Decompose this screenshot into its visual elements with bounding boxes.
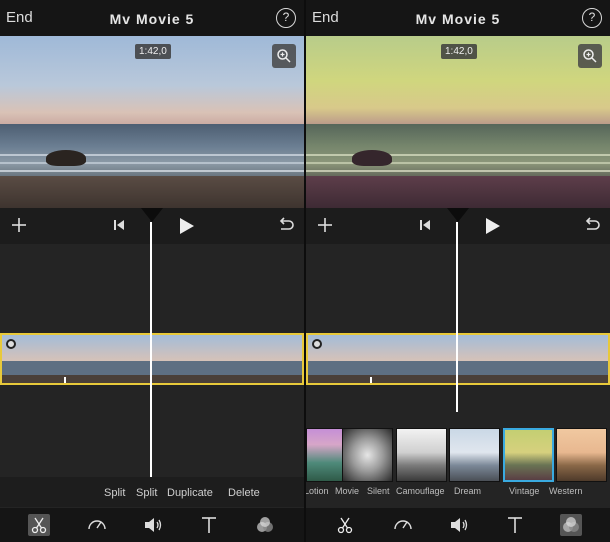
undo-icon[interactable] — [582, 216, 602, 236]
edit-toolbar — [306, 508, 610, 542]
editor-panel-split: End Mv Movie 5 ? 1:42,0 Split Split Dupl… — [0, 0, 304, 542]
filter-label-camouflage[interactable]: Camouflage — [396, 486, 445, 496]
speedometer-icon[interactable] — [86, 514, 108, 536]
split-button-2[interactable]: Split — [136, 487, 157, 499]
clip-transition-icon[interactable] — [6, 339, 16, 349]
help-button[interactable]: ? — [276, 8, 296, 28]
text-icon[interactable] — [198, 514, 220, 536]
filter-strip — [306, 428, 610, 482]
clip-tick — [370, 377, 372, 383]
video-preview[interactable]: 1:42,0 — [0, 36, 304, 208]
zoom-in-icon — [277, 49, 291, 63]
play-icon[interactable] — [482, 216, 502, 236]
zoom-button[interactable] — [578, 44, 602, 68]
playhead-marker[interactable] — [141, 208, 163, 222]
text-icon[interactable] — [504, 514, 526, 536]
scissors-icon[interactable] — [28, 514, 50, 536]
filter-label-dream[interactable]: Dream — [454, 486, 481, 496]
timecode-label: 1:42,0 — [135, 44, 171, 59]
video-clip[interactable] — [0, 333, 304, 385]
filters-icon[interactable] — [254, 514, 276, 536]
split-button[interactable]: Split — [104, 487, 125, 499]
filter-thumb-dream[interactable] — [503, 428, 554, 482]
add-icon[interactable] — [10, 216, 28, 234]
undo-icon[interactable] — [276, 216, 296, 236]
zoom-button[interactable] — [272, 44, 296, 68]
filter-thumb-movie[interactable] — [342, 428, 393, 482]
timecode-label: 1:42,0 — [441, 44, 477, 59]
filter-label-movie[interactable]: Movie — [335, 486, 359, 496]
skip-back-icon[interactable] — [112, 218, 126, 232]
playhead-line — [150, 222, 152, 478]
rock-shape — [352, 150, 392, 166]
video-clip[interactable] — [306, 333, 610, 385]
clip-actions-bar: Split Split Duplicate Delete — [0, 477, 304, 507]
duplicate-button[interactable]: Duplicate — [167, 487, 213, 499]
filter-thumb-western[interactable] — [556, 428, 607, 482]
filter-thumb-camouflage[interactable] — [449, 428, 500, 482]
add-icon[interactable] — [316, 216, 334, 234]
editor-panel-filters: End Mv Movie 5 ? 1:42,0 Lotion Movie Sil… — [306, 0, 610, 542]
rock-shape — [46, 150, 86, 166]
top-bar: End Mv Movie 5 ? — [0, 0, 304, 36]
playhead-marker[interactable] — [447, 208, 469, 222]
scissors-icon[interactable] — [334, 514, 356, 536]
edit-toolbar — [0, 508, 304, 542]
filter-thumb-silent[interactable] — [396, 428, 447, 482]
filter-labels: Lotion Movie Silent Camouflage Dream Vin… — [306, 486, 610, 504]
clip-tick — [64, 377, 66, 383]
help-button[interactable]: ? — [582, 8, 602, 28]
filter-label-silent[interactable]: Silent — [367, 486, 390, 496]
filters-icon[interactable] — [560, 514, 582, 536]
play-icon[interactable] — [176, 216, 196, 236]
filter-label-lotion[interactable]: Lotion — [306, 486, 329, 496]
skip-back-icon[interactable] — [418, 218, 432, 232]
project-title: Mv Movie 5 — [415, 11, 501, 27]
zoom-in-icon — [583, 49, 597, 63]
volume-icon[interactable] — [448, 514, 470, 536]
filter-label-western[interactable]: Western — [549, 486, 582, 496]
project-title: Mv Movie 5 — [109, 11, 195, 27]
speedometer-icon[interactable] — [392, 514, 414, 536]
filter-label-vintage[interactable]: Vintage — [509, 486, 539, 496]
video-preview[interactable]: 1:42,0 — [306, 36, 610, 208]
playhead-line — [456, 222, 458, 412]
clip-transition-icon[interactable] — [312, 339, 322, 349]
delete-button[interactable]: Delete — [228, 487, 260, 499]
volume-icon[interactable] — [142, 514, 164, 536]
top-bar: End Mv Movie 5 ? — [306, 0, 610, 36]
